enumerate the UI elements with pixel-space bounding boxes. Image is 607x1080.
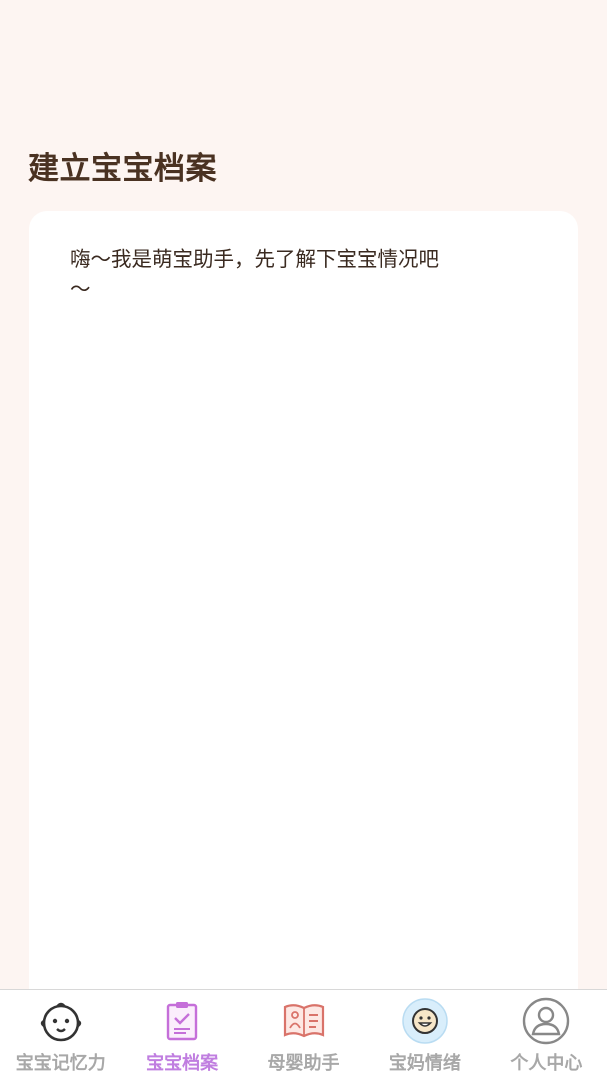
tab-label: 宝宝档案 [146, 1053, 219, 1074]
tab-label: 母婴助手 [267, 1053, 340, 1074]
bottom-tab-bar: 宝宝记忆力 宝宝档案 母婴助手 宝妈情绪 个人中心 [0, 989, 607, 1080]
page-title: 建立宝宝档案 [28, 151, 217, 187]
smiley-face-icon [400, 996, 450, 1046]
tab-baby-profile[interactable]: 宝宝档案 [121, 990, 242, 1080]
tab-personal-center[interactable]: 个人中心 [486, 990, 607, 1080]
tab-label: 宝宝记忆力 [15, 1053, 106, 1074]
baby-face-icon [36, 996, 86, 1046]
mother-baby-book-icon [279, 996, 329, 1046]
page: 建立宝宝档案 嗨～我是萌宝助手，先了解下宝宝情况吧～ 宝宝记忆力 宝宝档案 母婴… [0, 0, 607, 1080]
tab-label: 个人中心 [510, 1053, 583, 1074]
user-profile-icon [521, 996, 571, 1046]
tab-baby-memory[interactable]: 宝宝记忆力 [0, 990, 121, 1080]
assistant-greeting-message: 嗨～我是萌宝助手，先了解下宝宝情况吧～ [70, 247, 439, 301]
chat-card: 嗨～我是萌宝助手，先了解下宝宝情况吧～ [29, 211, 578, 1011]
clipboard-check-icon [157, 996, 207, 1046]
tab-mom-mood[interactable]: 宝妈情绪 [364, 990, 485, 1080]
tab-label: 宝妈情绪 [388, 1053, 461, 1074]
tab-mother-baby-assistant[interactable]: 母婴助手 [243, 990, 364, 1080]
